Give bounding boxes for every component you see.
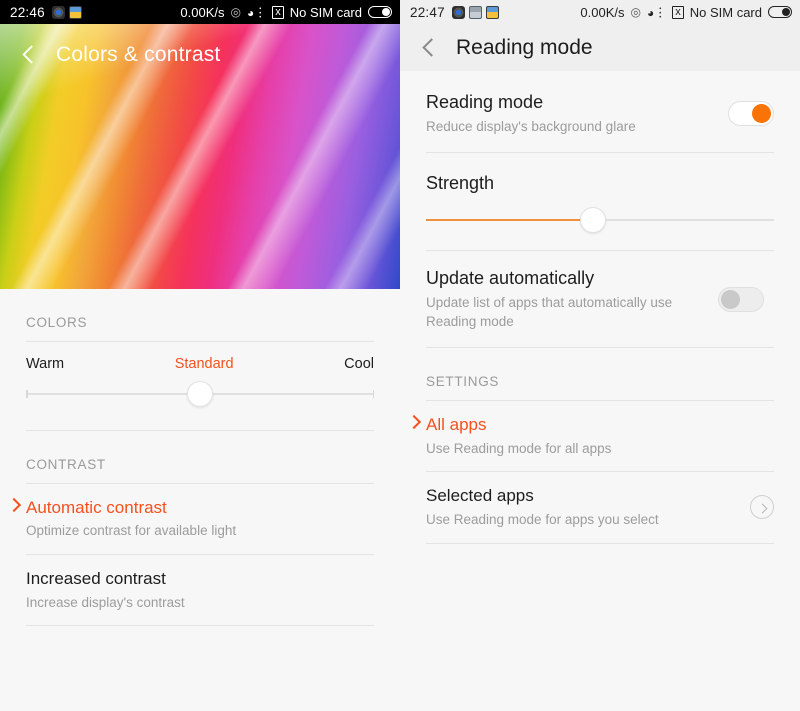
status-time: 22:46 bbox=[10, 4, 45, 20]
dual-screenshot: 22:46 0.00K/s ◎ ◕︙ x No SIM card Colors … bbox=[0, 0, 800, 711]
update-automatically-toggle[interactable] bbox=[718, 286, 764, 312]
section-heading-contrast: CONTRAST bbox=[26, 457, 106, 472]
section-heading-colors: COLORS bbox=[26, 315, 88, 330]
list-item-title: Automatic contrast bbox=[26, 498, 167, 517]
chevron-right-circle-icon[interactable] bbox=[750, 495, 774, 520]
row-title: Update automatically bbox=[426, 268, 595, 289]
screen-reading-mode: 22:47 0.00K/s ◎ ◕︙ x No SIM card Reading… bbox=[400, 0, 800, 711]
wifi-icon: ◕︙ bbox=[247, 5, 267, 20]
list-item-increased-contrast[interactable]: Increased contrast Increase display's co… bbox=[0, 555, 400, 625]
status-bar-left: 22:46 0.00K/s ◎ ◕︙ x No SIM card bbox=[0, 0, 400, 24]
section-heading-settings: SETTINGS bbox=[426, 374, 500, 390]
list-item-title: Selected apps bbox=[426, 486, 534, 506]
status-bar-right: 22:47 0.00K/s ◎ ◕︙ x No SIM card bbox=[400, 0, 800, 24]
colors-slider-labels: Warm Standard Cool bbox=[0, 342, 400, 372]
list-item-automatic-contrast[interactable]: Automatic contrast Optimize contrast for… bbox=[0, 484, 400, 554]
list-item-subtitle: Optimize contrast for available light bbox=[26, 523, 237, 539]
list-item-title: All apps bbox=[426, 415, 487, 435]
status-notification-icons bbox=[451, 5, 499, 19]
carrier-label: No SIM card bbox=[689, 4, 762, 20]
slider-thumb[interactable] bbox=[580, 207, 607, 234]
strength-label: Strength bbox=[426, 173, 495, 194]
chevron-right-icon bbox=[409, 423, 421, 435]
row-title: Reading mode bbox=[426, 92, 544, 112]
battery-icon bbox=[368, 6, 392, 18]
status-time: 22:47 bbox=[410, 4, 445, 20]
status-right-cluster: 0.00K/s ◎ ◕︙ x No SIM card bbox=[580, 4, 792, 21]
no-signal-icon: x bbox=[672, 5, 684, 19]
status-right-cluster: 0.00K/s ◎ ◕︙ x No SIM card bbox=[180, 4, 392, 21]
list-item-selected-apps[interactable]: Selected apps Use Reading mode for apps … bbox=[400, 472, 800, 542]
no-signal-icon: x bbox=[272, 5, 284, 19]
list-item-all-apps[interactable]: All apps Use Reading mode for all apps bbox=[400, 401, 800, 471]
back-chevron-icon[interactable] bbox=[18, 44, 40, 66]
slider-label-standard: Standard bbox=[174, 356, 234, 372]
row-reading-mode[interactable]: Reading mode Reduce display's background… bbox=[400, 71, 800, 152]
row-update-automatically[interactable]: Update automatically Update list of apps… bbox=[400, 251, 800, 347]
network-speed: 0.00K/s bbox=[180, 4, 225, 20]
screenshot-icon bbox=[468, 5, 482, 19]
page-title: Reading mode bbox=[456, 35, 593, 59]
row-subtitle: Update list of apps that automatically u… bbox=[426, 295, 673, 329]
slider-label-cool: Cool bbox=[344, 356, 374, 372]
toggle-knob bbox=[721, 289, 740, 309]
slider-fill bbox=[426, 219, 594, 222]
divider bbox=[26, 625, 374, 627]
slider-thumb[interactable] bbox=[187, 381, 213, 407]
location-icon: ◎ bbox=[630, 5, 641, 19]
screen-colors-contrast: 22:46 0.00K/s ◎ ◕︙ x No SIM card Colors … bbox=[0, 0, 400, 711]
list-item-subtitle: Use Reading mode for apps you select bbox=[426, 511, 659, 527]
row-subtitle: Reduce display's background glare bbox=[426, 118, 636, 134]
strength-slider[interactable] bbox=[426, 198, 774, 242]
settings-body-left: COLORS Warm Standard Cool CONTRAST Autom… bbox=[0, 289, 400, 711]
download-icon bbox=[68, 5, 82, 19]
camera-icon bbox=[51, 5, 65, 19]
colors-slider[interactable] bbox=[26, 372, 374, 416]
carrier-label: No SIM card bbox=[289, 4, 362, 20]
location-icon: ◎ bbox=[230, 5, 241, 19]
back-chevron-icon[interactable] bbox=[418, 37, 440, 59]
wifi-icon: ◕︙ bbox=[647, 5, 667, 20]
header-bar-left: Colors & contrast bbox=[0, 24, 400, 86]
status-notification-icons bbox=[51, 5, 82, 19]
toggle-knob bbox=[752, 104, 771, 124]
battery-icon bbox=[768, 6, 792, 18]
divider bbox=[426, 542, 774, 544]
chevron-right-icon bbox=[9, 506, 21, 518]
slider-label-warm: Warm bbox=[26, 356, 65, 372]
network-speed: 0.00K/s bbox=[580, 4, 625, 20]
wallpaper-preview: Colors & contrast bbox=[0, 24, 400, 289]
camera-icon bbox=[451, 5, 465, 19]
reading-mode-toggle[interactable] bbox=[728, 101, 774, 127]
list-item-subtitle: Increase display's contrast bbox=[26, 594, 185, 610]
list-item-subtitle: Use Reading mode for all apps bbox=[426, 440, 612, 456]
list-item-title: Increased contrast bbox=[26, 569, 166, 589]
download-icon bbox=[485, 5, 499, 19]
header-bar-right: Reading mode bbox=[400, 24, 800, 71]
settings-body-right: Reading mode Reduce display's background… bbox=[400, 71, 800, 711]
page-title: Colors & contrast bbox=[56, 43, 221, 66]
